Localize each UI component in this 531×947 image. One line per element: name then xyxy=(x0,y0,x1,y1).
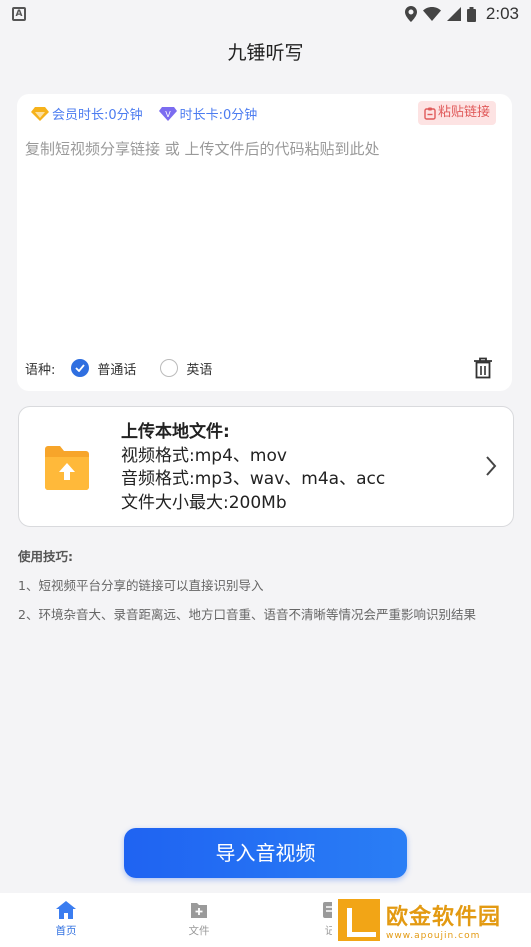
signal-icon xyxy=(446,7,461,21)
location-icon xyxy=(404,6,417,22)
card-duration-badge: V 时长卡:0分钟 xyxy=(158,104,257,123)
paste-link-button[interactable]: 粘贴链接 xyxy=(417,101,496,125)
language-selector: 语种: 普通话 英语 xyxy=(25,357,505,379)
clipboard-icon xyxy=(424,107,436,120)
vip-card-icon: V xyxy=(158,106,177,121)
status-bar: A 2:03 xyxy=(0,0,531,28)
page-title: 九锤听写 xyxy=(227,42,304,64)
import-media-button[interactable]: 导入音视频 xyxy=(124,828,407,878)
notification-icon: A xyxy=(12,7,26,21)
file-add-icon xyxy=(191,903,207,918)
link-input-card: 会员时长:0分钟 V 时长卡:0分钟 粘贴链接 复制短视频分享链接 或 上传文件… xyxy=(17,94,512,391)
upload-local-file-card[interactable]: 上传本地文件: 视频格式:mp4、mov 音频格式:mp3、wav、m4a、ac… xyxy=(18,406,514,527)
watermark-url: www.apoujin.com xyxy=(386,931,481,941)
upload-title: 上传本地文件: xyxy=(121,422,230,442)
language-option-english[interactable]: 英语 xyxy=(160,359,212,378)
tips-title: 使用技巧: xyxy=(18,549,73,564)
folder-upload-icon xyxy=(45,446,89,490)
tip-item: 2、环境杂音大、录音距离远、地方口音重、语音不清晰等情况会严重影响识别结果 xyxy=(18,607,476,622)
audio-format: 音频格式:mp3、wav、m4a、acc xyxy=(121,469,386,489)
svg-text:V: V xyxy=(165,110,171,119)
home-icon xyxy=(56,901,76,919)
watermark: 欧金软件园 www.apoujin.com xyxy=(332,893,531,947)
member-duration-badge: 会员时长:0分钟 xyxy=(31,104,143,123)
usage-tips: 使用技巧: 1、短视频平台分享的链接可以直接识别导入 2、环境杂音大、录音距离远… xyxy=(18,548,476,635)
radio-checked-icon xyxy=(71,359,90,377)
watermark-logo xyxy=(338,899,380,941)
tab-home[interactable]: 首页 xyxy=(36,901,96,938)
tip-item: 1、短视频平台分享的链接可以直接识别导入 xyxy=(18,578,264,593)
language-label: 语种: xyxy=(25,362,56,378)
language-option-mandarin[interactable]: 普通话 xyxy=(71,359,136,378)
trash-icon[interactable] xyxy=(473,357,493,379)
video-format: 视频格式:mp4、mov xyxy=(121,445,287,466)
watermark-title: 欧金软件园 xyxy=(386,905,502,930)
battery-icon xyxy=(466,6,476,22)
max-file-size: 文件大小最大:200Mb xyxy=(121,492,287,513)
clock: 2:03 xyxy=(485,4,519,23)
radio-unchecked-icon xyxy=(160,359,179,377)
diamond-icon xyxy=(31,106,49,121)
wifi-icon xyxy=(422,7,441,21)
tab-files[interactable]: 文件 xyxy=(169,901,229,938)
link-input-field[interactable]: 复制短视频分享链接 或 上传文件后的代码粘贴到此处 xyxy=(25,138,380,159)
chevron-right-icon xyxy=(486,456,497,476)
